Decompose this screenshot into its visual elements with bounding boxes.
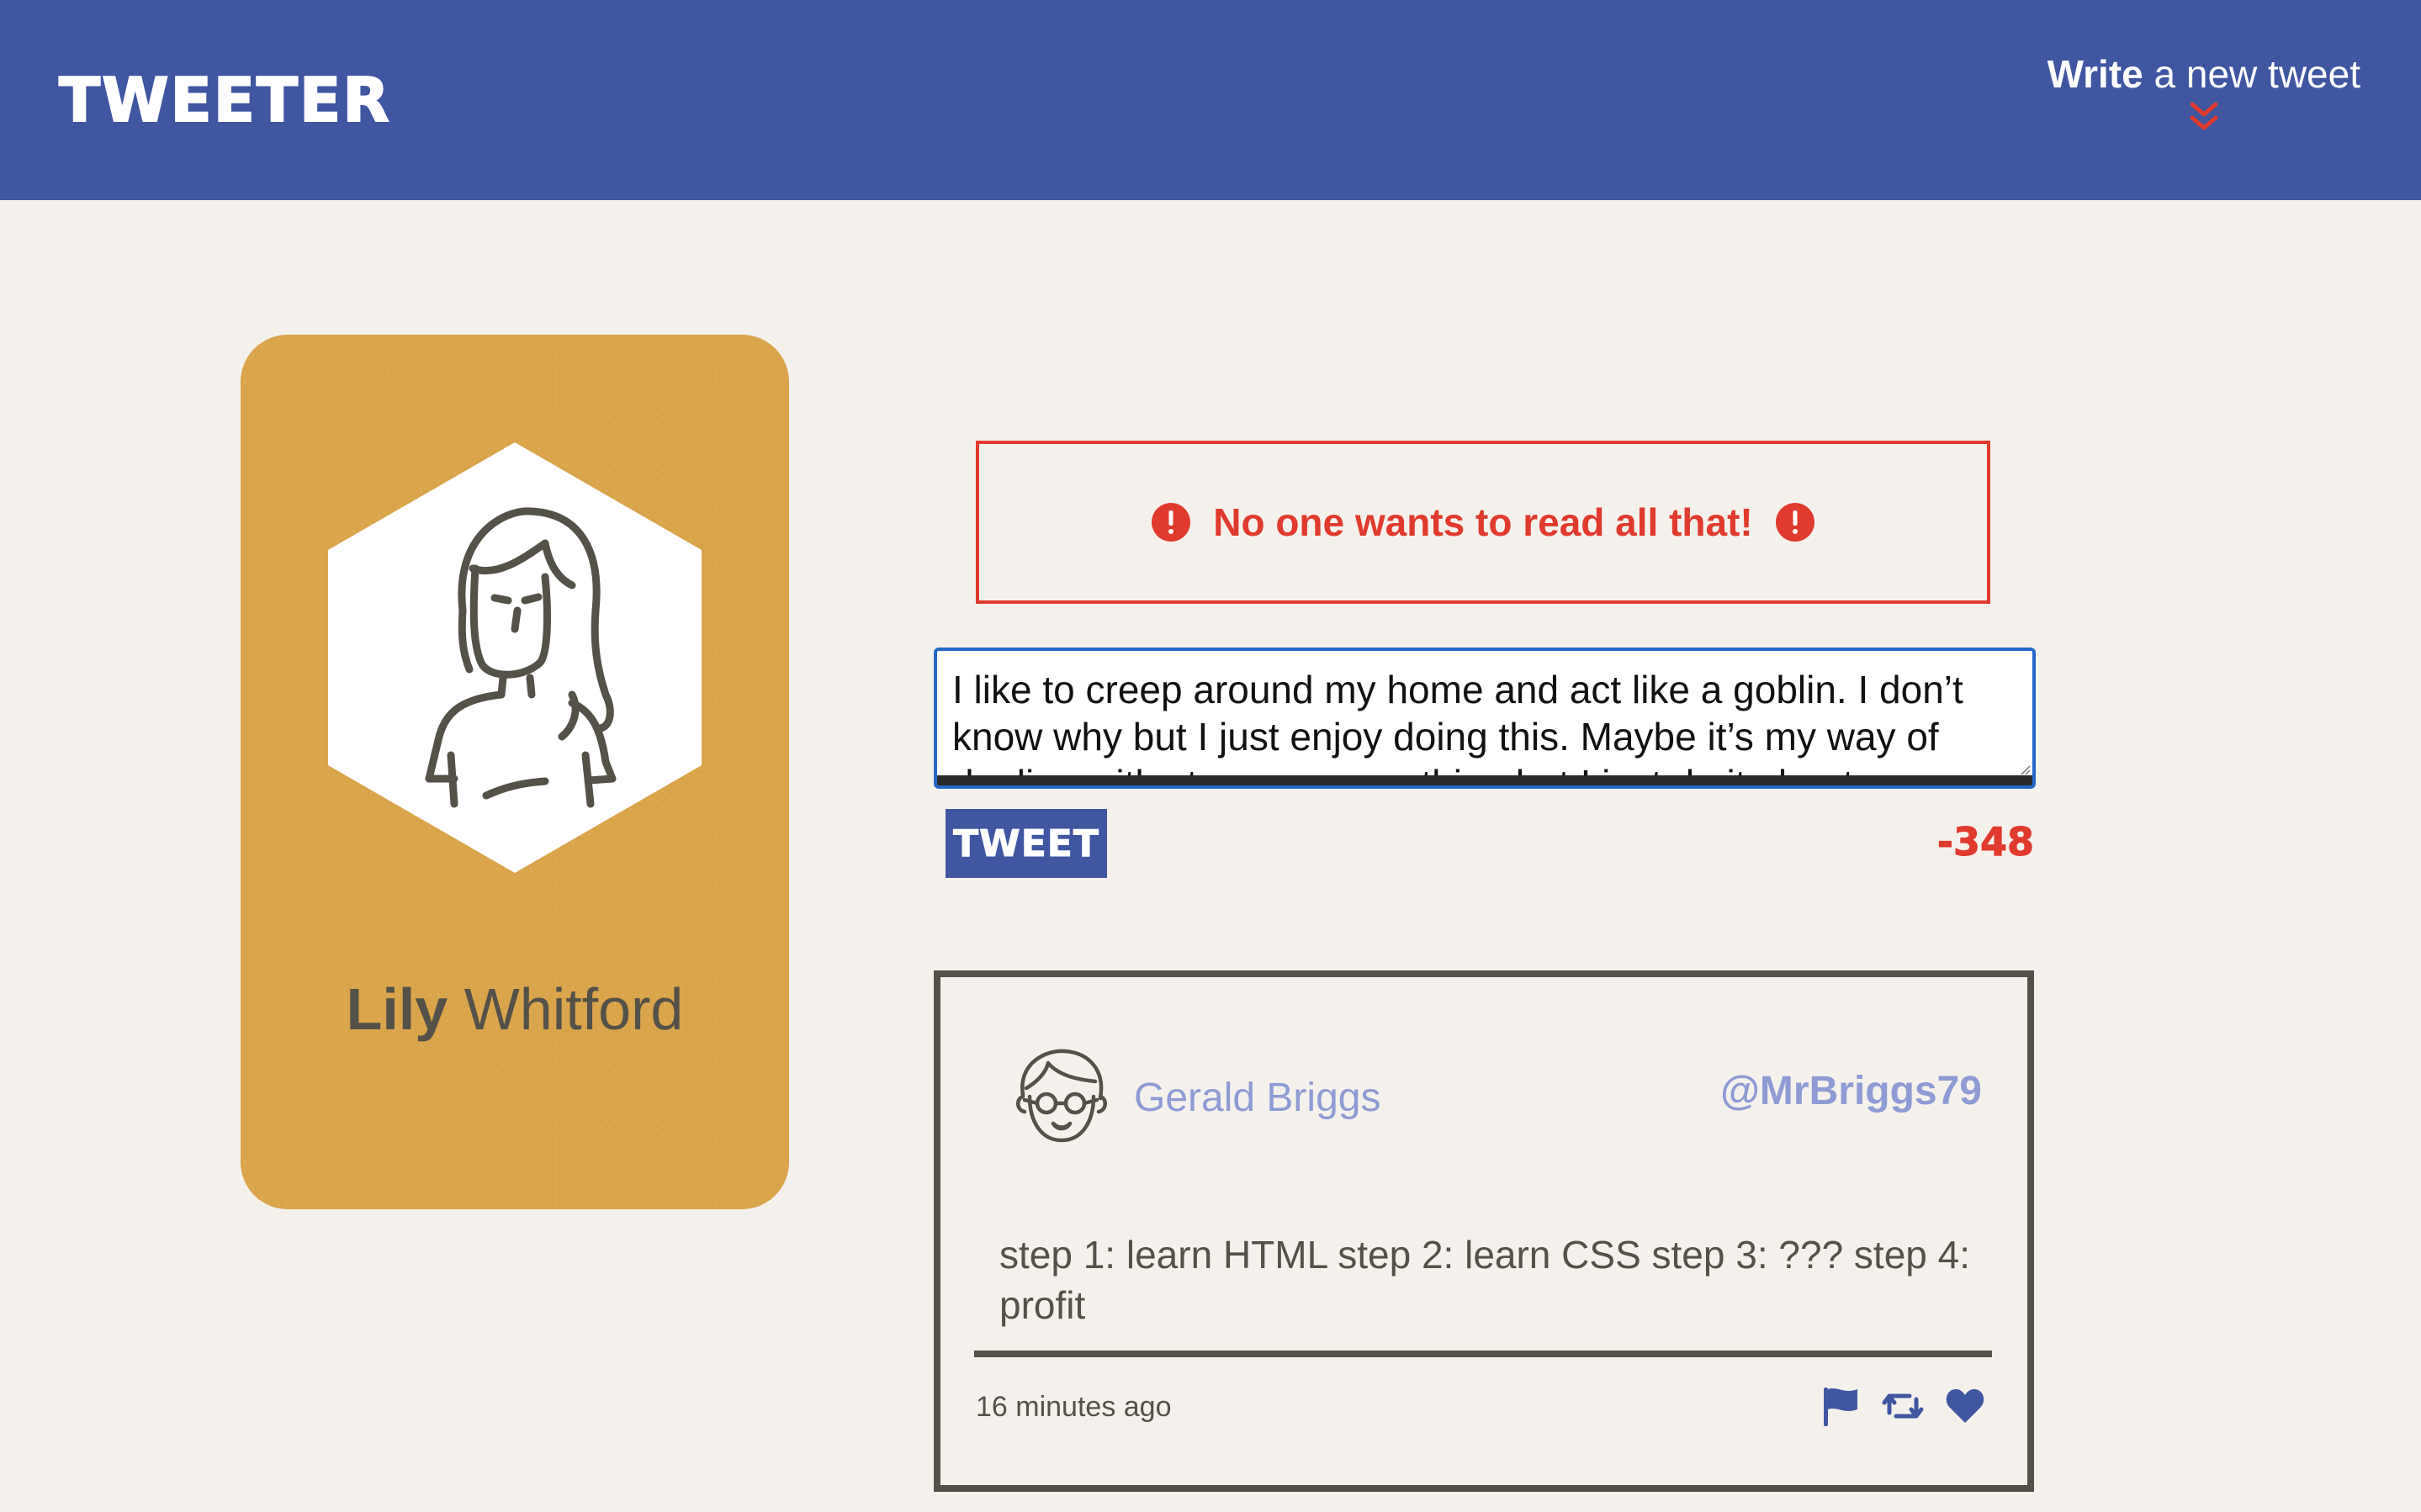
write-label-rest: a new tweet [2153, 52, 2360, 96]
tweet-content: step 1: learn HTML step 2: learn CSS ste… [999, 1233, 1971, 1327]
top-nav: TWEETER Write a new tweet [0, 0, 2421, 200]
tweet-timestamp: 16 minutes ago [976, 1391, 1172, 1423]
textarea-scrollbar[interactable] [937, 775, 2032, 785]
resize-grip-icon[interactable] [2019, 764, 2031, 775]
flag-icon[interactable] [1819, 1384, 1862, 1428]
male-glasses-avatar-icon [1013, 1046, 1109, 1154]
error-message-box: No one wants to read all that! [976, 441, 1990, 604]
tweet-textarea[interactable]: I like to creep around my home and act l… [934, 648, 2036, 789]
double-chevron-down-icon[interactable] [2185, 99, 2223, 138]
retweet-icon[interactable] [1881, 1384, 1925, 1428]
tweet-author-handle: @MrBriggs79 [1720, 1069, 1982, 1113]
exclamation-circle-icon [1775, 502, 1815, 542]
tweet-card: Gerald Briggs @MrBriggs79 step 1: learn … [934, 970, 2034, 1492]
character-counter: -348 [1936, 819, 2034, 865]
exclamation-circle-icon [1151, 502, 1191, 542]
tweet-textarea-content: I like to creep around my home and act l… [952, 668, 1963, 785]
tweet-author-name: Gerald Briggs [1134, 1076, 1381, 1120]
brand-logo[interactable]: TWEETER [58, 65, 391, 135]
heart-icon[interactable] [1943, 1384, 1987, 1428]
profile-card: Lily Whitford [241, 335, 789, 1209]
write-new-tweet-label: Write a new tweet [2048, 49, 2360, 99]
tweet-actions [1819, 1384, 1987, 1428]
write-label-bold: Write [2047, 52, 2143, 96]
profile-last-name: Whitford [464, 976, 684, 1042]
tweet-button[interactable]: TWEET [946, 809, 1107, 878]
tweet-divider [974, 1351, 1992, 1357]
profile-name: Lily Whitford [241, 975, 789, 1043]
female-avatar-icon [328, 442, 702, 873]
write-new-tweet-toggle[interactable]: Write a new tweet [2048, 49, 2360, 138]
profile-first-name: Lily [346, 976, 448, 1042]
error-message-text: No one wants to read all that! [1213, 500, 1753, 544]
